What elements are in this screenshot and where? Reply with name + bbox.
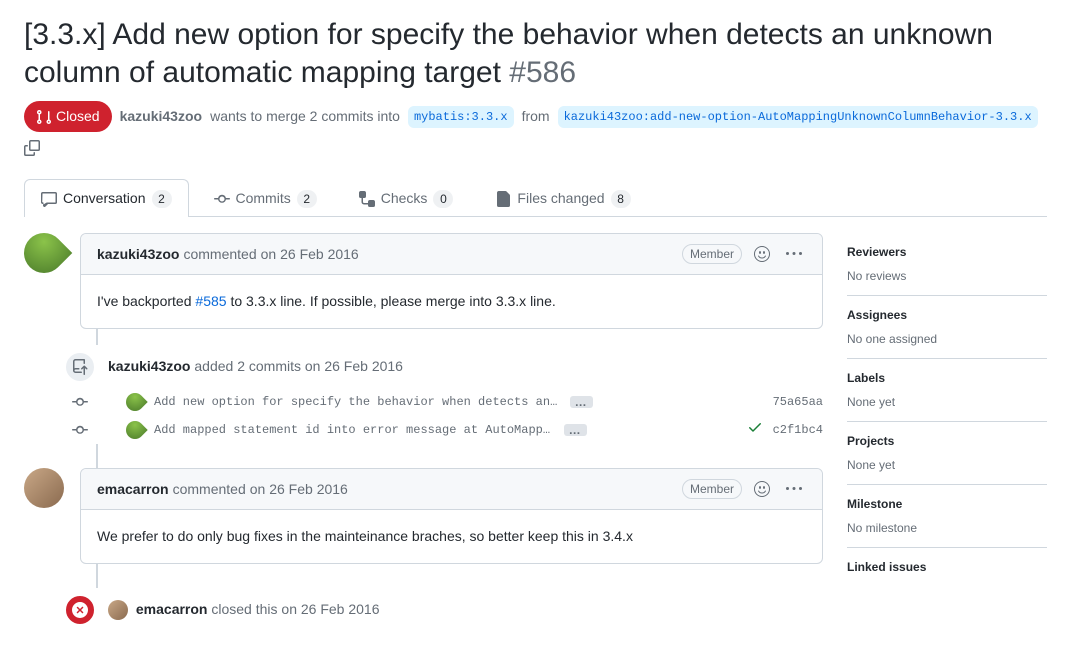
close-text: closed this xyxy=(211,601,277,617)
state-label: Closed xyxy=(56,106,100,127)
commit-avatar[interactable] xyxy=(122,389,147,414)
sidebar-reviewers[interactable]: Reviewers No reviews xyxy=(847,233,1047,296)
commit-message[interactable]: Add new option for specify the behavior … xyxy=(154,393,560,411)
avatar[interactable] xyxy=(24,468,64,508)
commit-row: Add new option for specify the behavior … xyxy=(80,389,823,415)
sidebar-linked-issues[interactable]: Linked issues xyxy=(847,548,1047,592)
comment-body: We prefer to do only bug fixes in the ma… xyxy=(81,510,822,563)
state-badge-closed: Closed xyxy=(24,101,112,132)
comment-date[interactable]: on 26 Feb 2016 xyxy=(261,244,359,265)
comment-author[interactable]: emacarron xyxy=(97,479,169,500)
commit-icon xyxy=(72,394,88,410)
comment-verb: commented xyxy=(183,244,256,265)
comment-header: emacarron commented on 26 Feb 2016 Membe… xyxy=(81,469,822,510)
merge-text-1: wants to merge 2 commits into xyxy=(210,106,400,127)
comment-item: emacarron commented on 26 Feb 2016 Membe… xyxy=(80,468,823,564)
git-pull-request-closed-icon xyxy=(36,109,52,125)
emoji-reaction-icon[interactable] xyxy=(750,242,774,266)
comment-author[interactable]: kazuki43zoo xyxy=(97,244,179,265)
tab-conversation-label: Conversation xyxy=(63,188,146,209)
tab-conversation[interactable]: Conversation 2 xyxy=(24,179,189,217)
commit-sha[interactable]: 75a65aa xyxy=(773,393,823,411)
expand-commit-icon[interactable]: … xyxy=(570,396,593,408)
commit-icon xyxy=(72,422,88,438)
kebab-menu-icon[interactable] xyxy=(782,477,806,501)
commit-message[interactable]: Add mapped statement id into error messa… xyxy=(154,421,554,439)
role-badge: Member xyxy=(682,479,742,499)
push-author[interactable]: kazuki43zoo xyxy=(108,358,190,374)
comment-body: I've backported #585 to 3.3.x line. If p… xyxy=(81,275,822,328)
avatar[interactable] xyxy=(16,225,73,282)
sidebar-assignees[interactable]: Assignees No one assigned xyxy=(847,296,1047,359)
check-success-icon[interactable] xyxy=(747,419,763,440)
push-event: kazuki43zoo added 2 commits on 26 Feb 20… xyxy=(80,345,823,389)
emoji-reaction-icon[interactable] xyxy=(750,477,774,501)
main-column: kazuki43zoo commented on 26 Feb 2016 Mem… xyxy=(24,233,823,632)
closed-icon xyxy=(64,594,96,626)
comment-header: kazuki43zoo commented on 26 Feb 2016 Mem… xyxy=(81,234,822,275)
tab-files-count: 8 xyxy=(611,190,631,208)
comment-verb: commented xyxy=(173,479,246,500)
push-text: added 2 commits xyxy=(194,358,301,374)
base-branch[interactable]: mybatis:3.3.x xyxy=(408,106,514,128)
close-author[interactable]: emacarron xyxy=(136,601,208,617)
copy-branch-icon[interactable] xyxy=(24,140,40,162)
comment-item: kazuki43zoo commented on 26 Feb 2016 Mem… xyxy=(80,233,823,329)
tab-checks-count: 0 xyxy=(433,190,453,208)
tab-files[interactable]: Files changed 8 xyxy=(478,179,647,217)
pr-title: [3.3.x] Add new option for specify the b… xyxy=(24,16,1047,91)
issue-number: #586 xyxy=(509,56,576,89)
tab-files-label: Files changed xyxy=(517,188,604,209)
event-avatar[interactable] xyxy=(108,600,128,620)
sidebar: Reviewers No reviews Assignees No one as… xyxy=(847,233,1047,632)
sidebar-projects[interactable]: Projects None yet xyxy=(847,422,1047,485)
kebab-menu-icon[interactable] xyxy=(782,242,806,266)
commit-sha[interactable]: c2f1bc4 xyxy=(773,421,823,439)
tab-checks[interactable]: Checks 0 xyxy=(342,179,471,217)
commit-avatar[interactable] xyxy=(122,417,147,442)
tab-nav: Conversation 2 Commits 2 Checks 0 Files … xyxy=(24,178,1047,217)
role-badge: Member xyxy=(682,244,742,264)
tab-commits[interactable]: Commits 2 xyxy=(197,179,334,217)
tab-checks-label: Checks xyxy=(381,188,428,209)
comment-date[interactable]: on 26 Feb 2016 xyxy=(250,479,348,500)
repo-push-icon xyxy=(64,351,96,383)
head-branch[interactable]: kazuki43zoo:add-new-option-AutoMappingUn… xyxy=(558,106,1038,128)
closed-event: emacarron closed this on 26 Feb 2016 xyxy=(80,588,823,632)
tab-commits-label: Commits xyxy=(236,188,291,209)
commit-row: Add mapped statement id into error messa… xyxy=(80,415,823,444)
tab-conversation-count: 2 xyxy=(152,190,172,208)
tab-commits-count: 2 xyxy=(297,190,317,208)
pr-meta-row: Closed kazuki43zoo wants to merge 2 comm… xyxy=(24,101,1047,162)
close-date[interactable]: on 26 Feb 2016 xyxy=(281,601,379,617)
merge-text-2: from xyxy=(522,106,550,127)
pr-author-link[interactable]: kazuki43zoo xyxy=(120,106,202,127)
push-date[interactable]: on 26 Feb 2016 xyxy=(305,358,403,374)
expand-commit-icon[interactable]: … xyxy=(564,424,587,436)
sidebar-milestone[interactable]: Milestone No milestone xyxy=(847,485,1047,548)
issue-link[interactable]: #585 xyxy=(195,293,226,309)
sidebar-labels[interactable]: Labels None yet xyxy=(847,359,1047,422)
